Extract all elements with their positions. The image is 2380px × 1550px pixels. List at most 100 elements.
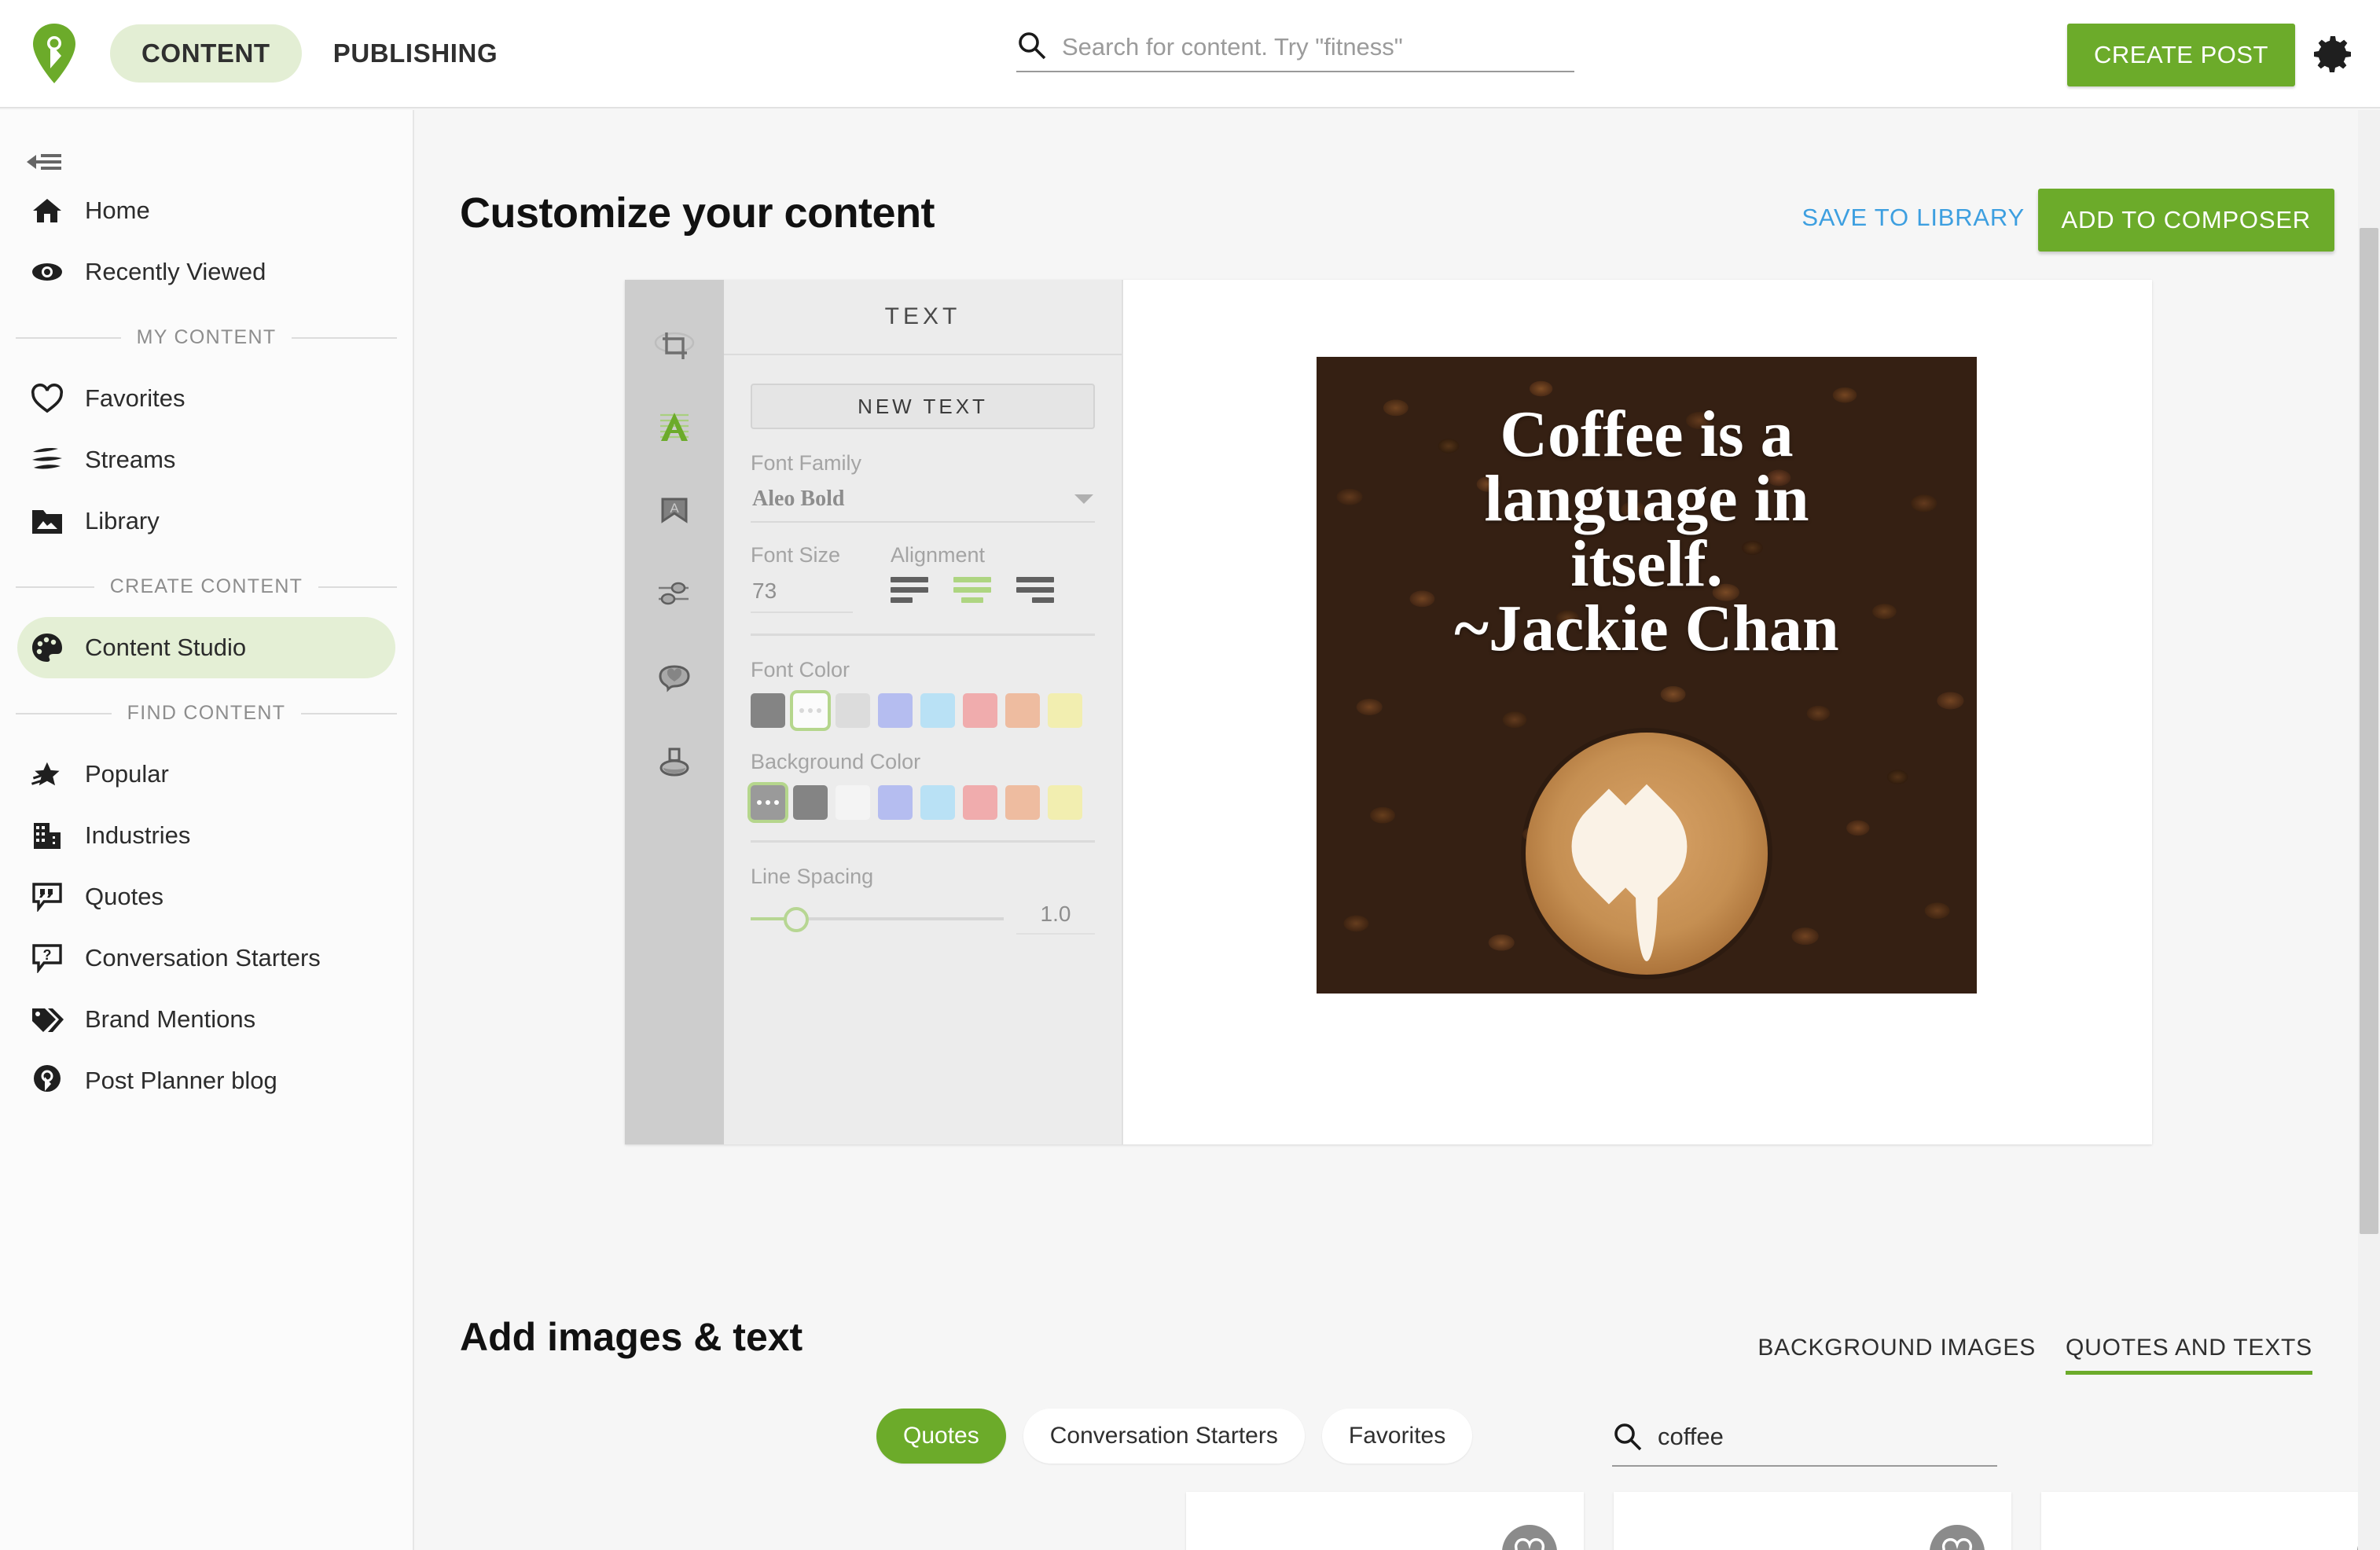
adjust-sliders-icon[interactable] [625, 552, 724, 635]
question-bubble-icon: ? [30, 941, 64, 975]
create-post-button[interactable]: CREATE POST [2067, 24, 2295, 86]
quotes-search [1612, 1415, 1997, 1467]
tab-quotes-and-texts[interactable]: QUOTES AND TEXTS [2066, 1335, 2312, 1375]
quote-card[interactable]: I've been very lucky. All I wanted was t… [2041, 1492, 2358, 1550]
latte-art-overlay[interactable] [1526, 733, 1768, 975]
pill-favorites[interactable]: Favorites [1321, 1409, 1473, 1464]
sidebar-item-library[interactable]: Library [17, 490, 395, 552]
sidebar-item-brand-mentions[interactable]: Brand Mentions [17, 989, 395, 1050]
quote-card[interactable]: Coffee is a language in itself. [1614, 1492, 2011, 1550]
line-spacing-slider-knob[interactable] [784, 907, 809, 932]
building-icon [30, 818, 64, 853]
heart-icon [30, 381, 64, 416]
background-color-swatch[interactable] [1048, 785, 1082, 820]
sidebar-item-label: Brand Mentions [85, 1005, 256, 1033]
line-spacing-slider[interactable] [751, 902, 1004, 934]
font-color-swatch[interactable] [1048, 693, 1082, 728]
font-color-swatch[interactable] [751, 693, 785, 728]
font-color-swatch[interactable] [920, 693, 955, 728]
tab-background-images[interactable]: BACKGROUND IMAGES [1757, 1335, 2036, 1375]
quote-card-list: Our culture runs on coffee and gasoline,… [1186, 1492, 2358, 1550]
sidebar-item-label: Favorites [85, 384, 185, 412]
sidebar-item-streams[interactable]: Streams [17, 429, 395, 490]
sidebar-group-label: MY CONTENT [136, 326, 277, 348]
font-color-swatch-selected[interactable] [793, 693, 828, 728]
quote-overlay-text[interactable]: Coffee is a language in itself. ~Jackie … [1317, 401, 1977, 661]
sidebar-item-post-planner-blog[interactable]: Post Planner blog [17, 1050, 395, 1111]
post-planner-pin-logo[interactable] [30, 23, 79, 84]
nav-tab-publishing[interactable]: PUBLISHING [302, 24, 530, 83]
main-nav-tabs: CONTENT PUBLISHING [110, 24, 529, 83]
background-color-swatch[interactable] [836, 785, 870, 820]
header-search [1016, 24, 1574, 72]
font-size-label: Font Size [751, 543, 841, 567]
sidebar-item-conversation-starters[interactable]: ? Conversation Starters [17, 927, 395, 989]
sidebar-item-industries[interactable]: Industries [17, 805, 395, 866]
align-right-button[interactable] [1016, 577, 1054, 608]
add-to-composer-button[interactable]: ADD TO COMPOSER [2037, 189, 2334, 252]
sidebar-item-label: Conversation Starters [85, 944, 321, 972]
header-search-input[interactable] [1062, 33, 1574, 61]
quote-image-canvas[interactable]: Coffee is a language in itself. ~Jackie … [1317, 357, 1977, 994]
background-color-swatch[interactable] [793, 785, 828, 820]
font-family-select[interactable]: Aleo Bold [751, 482, 1095, 523]
crop-transform-icon[interactable] [625, 302, 724, 385]
background-color-swatch[interactable] [963, 785, 997, 820]
save-to-library-button[interactable]: SAVE TO LIBRARY [1802, 204, 2025, 232]
pill-quotes[interactable]: Quotes [876, 1409, 1006, 1464]
banner-label-icon[interactable]: A [625, 468, 724, 552]
background-color-swatch[interactable] [1005, 785, 1040, 820]
page-scrollbar-track[interactable] [2358, 110, 2380, 1550]
library-folder-icon [30, 504, 64, 538]
palette-icon [30, 630, 64, 665]
gear-icon[interactable] [2308, 30, 2356, 79]
sidebar-item-recently-viewed[interactable]: Recently Viewed [17, 241, 395, 303]
background-color-swatch[interactable] [920, 785, 955, 820]
sidebar-group-label: CREATE CONTENT [109, 575, 303, 597]
sidebar: Home Recently Viewed MY CONTENT Favorite… [0, 110, 414, 1550]
alignment-label: Alignment [891, 543, 986, 567]
text-a-icon[interactable] [625, 385, 724, 468]
align-left-button[interactable] [891, 577, 928, 608]
font-color-swatch[interactable] [963, 693, 997, 728]
background-color-swatch[interactable] [878, 785, 913, 820]
font-color-swatch[interactable] [878, 693, 913, 728]
eye-icon [30, 255, 64, 289]
pill-conversation-starters[interactable]: Conversation Starters [1023, 1409, 1305, 1464]
font-color-swatch[interactable] [1005, 693, 1040, 728]
header-search-underline [1016, 71, 1574, 72]
favorite-button[interactable] [1502, 1525, 1557, 1550]
pin-icon [30, 1063, 64, 1098]
image-preview: Coffee is a language in itself. ~Jackie … [1123, 280, 2152, 1144]
sidebar-item-label: Library [85, 507, 160, 534]
collapse-sidebar-icon[interactable] [25, 153, 63, 180]
quotes-search-input[interactable] [1658, 1423, 1997, 1451]
svg-text:A: A [670, 501, 679, 516]
sidebar-item-popular[interactable]: Popular [17, 744, 395, 805]
font-size-input[interactable]: 73 [751, 574, 853, 613]
section-title: Add images & text [460, 1315, 803, 1359]
effects-beaker-icon[interactable] [625, 718, 724, 802]
align-center-button[interactable] [953, 577, 991, 608]
new-text-button[interactable]: NEW TEXT [751, 384, 1095, 429]
sidebar-item-content-studio[interactable]: Content Studio [17, 617, 395, 678]
sidebar-item-label: Quotes [85, 883, 163, 910]
background-color-swatch-selected[interactable] [751, 785, 785, 820]
font-color-swatch[interactable] [836, 693, 870, 728]
sidebar-item-favorites[interactable]: Favorites [17, 368, 395, 429]
quote-card[interactable]: Our culture runs on coffee and gasoline,… [1186, 1492, 1584, 1550]
sidebar-item-label: Home [85, 197, 150, 224]
sticker-heart-icon[interactable] [625, 635, 724, 718]
search-icon [1612, 1421, 1644, 1456]
sidebar-item-quotes[interactable]: Quotes [17, 866, 395, 927]
main-content: Customize your content SAVE TO LIBRARY A… [416, 110, 2358, 1550]
page-scrollbar-thumb[interactable] [2360, 228, 2378, 1234]
quote-card-text: I've been very lucky. All I wanted was t… [2068, 1544, 2358, 1550]
nav-tab-content[interactable]: CONTENT [110, 24, 302, 83]
search-icon [1016, 30, 1048, 65]
sidebar-group-label: FIND CONTENT [127, 702, 286, 724]
line-spacing-value[interactable]: 1.0 [1016, 902, 1095, 935]
font-family-value: Aleo Bold [752, 487, 845, 511]
sidebar-item-home[interactable]: Home [17, 180, 395, 241]
favorite-button[interactable] [1930, 1525, 1985, 1550]
